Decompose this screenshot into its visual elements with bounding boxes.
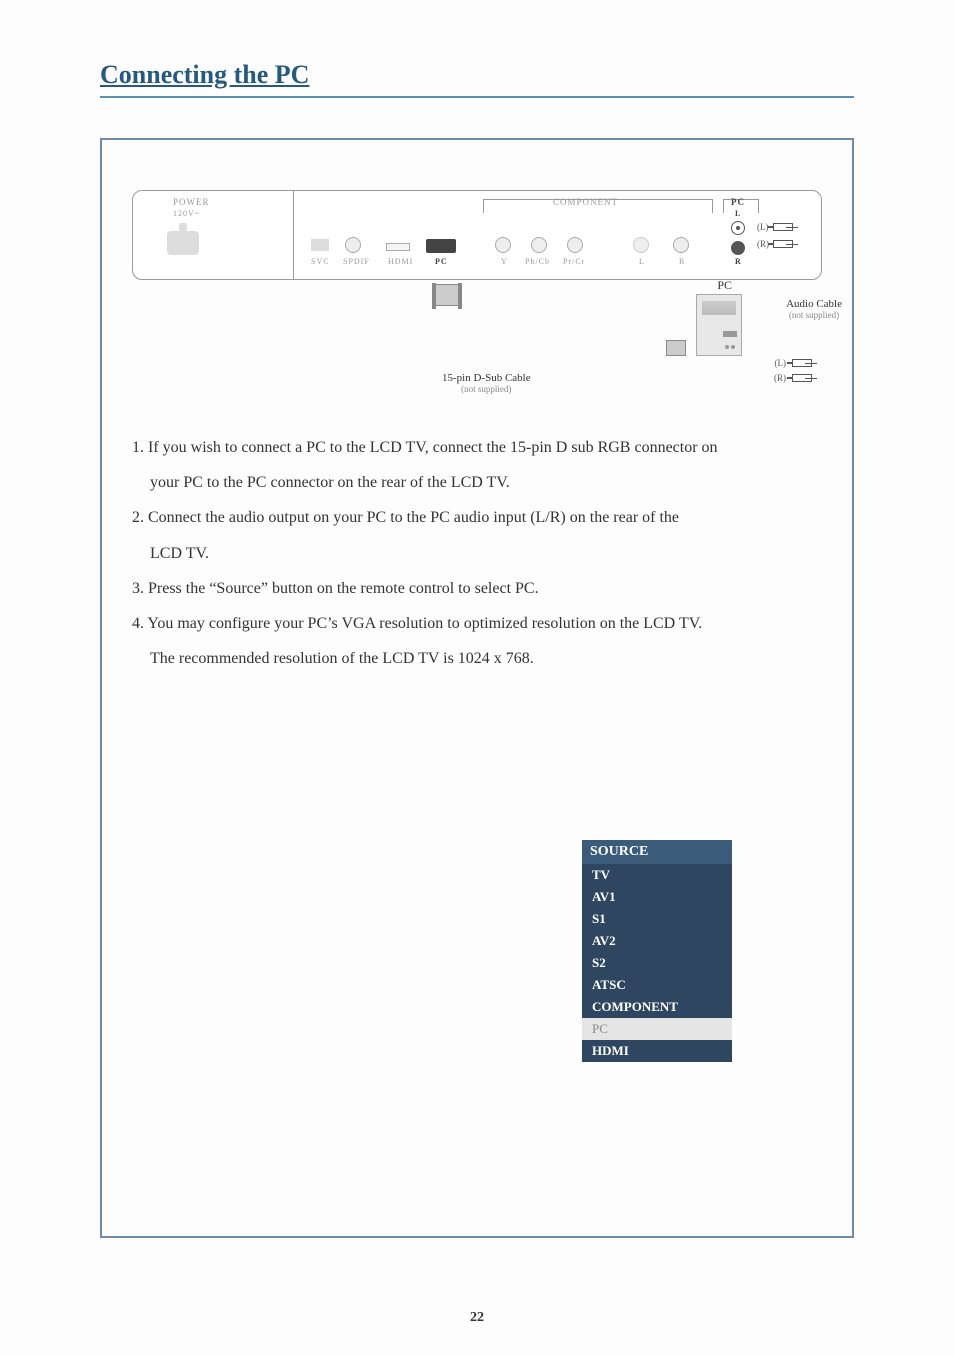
component-r-label: R xyxy=(679,257,685,266)
prcr-label: Pr/Cr xyxy=(563,257,585,266)
component-y-icon xyxy=(495,237,511,253)
component-pbcb-icon xyxy=(531,237,547,253)
pc-back-jack1-icon xyxy=(731,345,735,349)
step4-line2: The recommended resolution of the LCD TV… xyxy=(132,641,822,676)
vga-plug-pc-icon xyxy=(666,340,686,356)
pc-vga-port-icon xyxy=(426,239,456,253)
pc-port-label: PC xyxy=(435,257,448,266)
component-label: COMPONENT xyxy=(553,197,618,207)
plug-l-label: (L) xyxy=(757,222,769,232)
audio-cable-text: Audio Cable xyxy=(786,298,842,310)
spdif-label: SPDIF xyxy=(343,257,370,266)
instructions-block: 1. If you wish to connect a PC to the LC… xyxy=(132,430,822,676)
source-item-atsc[interactable]: ATSC xyxy=(582,974,732,996)
page-number: 22 xyxy=(0,1310,954,1326)
audio-plug-l-icon xyxy=(773,223,793,231)
connection-illustration: PC Audio Cable (not supplied) (L) (R) 15… xyxy=(132,280,822,410)
pc-audio-l-jack-icon xyxy=(731,221,745,235)
audio-cable-label: Audio Cable (not supplied) xyxy=(786,298,842,320)
component-l-label: L xyxy=(639,257,645,266)
pc-audio-r-jack-icon xyxy=(731,241,745,255)
component-prcr-icon xyxy=(567,237,583,253)
component-r-icon xyxy=(673,237,689,253)
dsub-cable-label: 15-pin D-Sub Cable (not supplied) xyxy=(442,372,531,394)
source-item-av2[interactable]: AV2 xyxy=(582,930,732,952)
vga-connector-icon xyxy=(435,284,459,306)
pc-device-label: PC xyxy=(717,278,732,293)
plug2-l-label: (L) xyxy=(775,358,787,368)
audio-cable-subtext: (not supplied) xyxy=(786,310,842,320)
source-item-hdmi[interactable]: HDMI xyxy=(582,1040,732,1062)
heading-divider xyxy=(100,96,854,98)
content-frame: POWER 120V~ SVC SPDIF HDMI PC COMPONENT … xyxy=(100,138,854,1238)
component-l-icon xyxy=(633,237,649,253)
pbcb-label: Pb/Cb xyxy=(525,257,550,266)
pc-tower-icon xyxy=(696,294,742,356)
audio-plug2-l-icon xyxy=(792,359,812,367)
pc-back-jack2-icon xyxy=(725,345,729,349)
pc-audio-l-label: L xyxy=(735,209,741,218)
source-menu-title: SOURCE xyxy=(582,840,732,864)
power-socket-icon xyxy=(167,231,199,255)
rear-panel-diagram: POWER 120V~ SVC SPDIF HDMI PC COMPONENT … xyxy=(132,190,822,280)
voltage-label: 120V~ xyxy=(173,209,200,218)
step1-line1: 1. If you wish to connect a PC to the LC… xyxy=(132,430,822,465)
pc-audio-r-label: R xyxy=(735,257,742,266)
power-label: POWER xyxy=(173,197,210,207)
source-menu-body: TVAV1S1AV2S2ATSCCOMPONENTPCHDMI xyxy=(582,864,732,1062)
step2-line1: 2. Connect the audio output on your PC t… xyxy=(132,500,822,535)
source-item-s1[interactable]: S1 xyxy=(582,908,732,930)
dsub-cable-text: 15-pin D-Sub Cable xyxy=(442,372,531,384)
hdmi-port-icon xyxy=(386,243,410,251)
step2-line2: LCD TV. xyxy=(132,536,822,571)
source-item-av1[interactable]: AV1 xyxy=(582,886,732,908)
spdif-port-icon xyxy=(345,237,361,253)
svc-label: SVC xyxy=(311,257,330,266)
source-item-s2[interactable]: S2 xyxy=(582,952,732,974)
step1-line2: your PC to the PC connector on the rear … xyxy=(132,465,822,500)
source-item-tv[interactable]: TV xyxy=(582,864,732,886)
y-label: Y xyxy=(501,257,508,266)
plug2-r-label: (R) xyxy=(774,373,786,383)
svc-port-icon xyxy=(311,239,329,251)
step3: 3. Press the “Source” button on the remo… xyxy=(132,571,822,606)
source-item-component[interactable]: COMPONENT xyxy=(582,996,732,1018)
pc-group-label: PC xyxy=(731,197,745,207)
pc-back-port-icon xyxy=(723,331,737,337)
audio-plug-r-icon xyxy=(773,240,793,248)
dsub-cable-subtext: (not supplied) xyxy=(442,384,531,394)
hdmi-label: HDMI xyxy=(388,257,413,266)
audio-plug2-r-icon xyxy=(792,374,812,382)
source-menu: SOURCE TVAV1S1AV2S2ATSCCOMPONENTPCHDMI xyxy=(582,840,732,1062)
step4-line1: 4. You may configure your PC’s VGA resol… xyxy=(132,606,822,641)
page-title: Connecting the PC xyxy=(100,60,854,94)
panel-divider xyxy=(293,191,294,279)
source-item-pc[interactable]: PC xyxy=(582,1018,732,1040)
